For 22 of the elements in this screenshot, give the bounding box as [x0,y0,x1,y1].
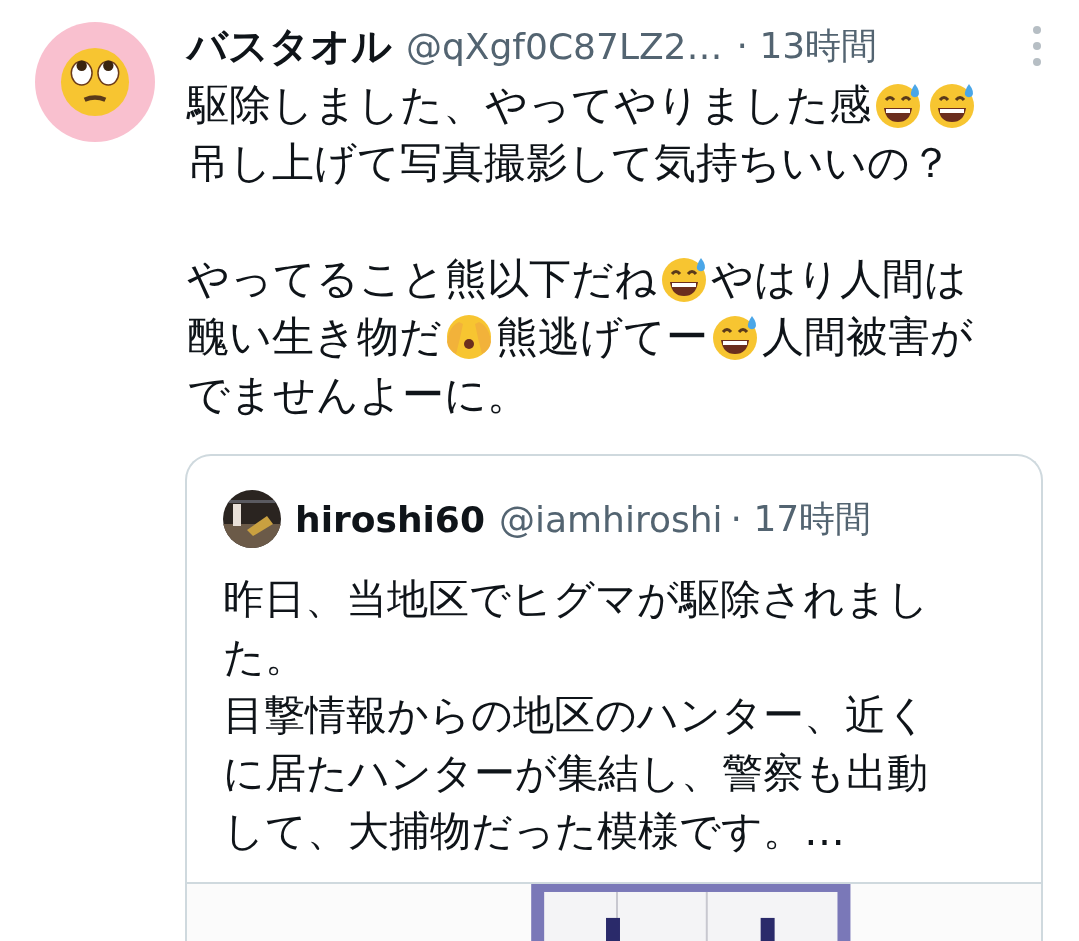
quoted-display-name[interactable]: hiroshi60 [295,498,485,540]
tweet-text: 人間被害が [762,311,973,363]
user-handle[interactable]: @qXgf0C87LZ2… [406,25,723,67]
tweet-text: 吊し上げて写真撮影して気持ちいいの？ [187,137,952,189]
quoted-text: 目撃情報からの地区のハンター、近く [223,690,929,741]
quoted-text: 昨日、当地区でヒグマが駆除されまし [223,574,930,625]
quoted-text: に居たハンターが集結し、警察も出動 [223,748,929,799]
tweet-text: やってること熊以下だね [187,253,657,305]
tweet-text: やはり人間は [711,253,967,305]
display-name[interactable]: バスタオル [187,18,392,74]
post-time: · 13時間 [736,23,878,68]
rolling-eyes-face-icon [58,45,132,119]
tweet-text: 熊逃げてー [496,311,708,363]
quoted-post-card[interactable]: hiroshi60 @iamhiroshi · 17時間 昨日、当地区でヒグマが駆除されまし た。 目撃情報からの地区のハンター、近く に居たハンターが集結し、警察も出動 して、大捕物だった模様です。… [185,454,1043,941]
quoted-text: して、大捕物だった模様です。… [223,806,846,857]
face-with-hands-icon [444,312,494,362]
tweet-text: 駆除しました、やってやりました感 [187,79,871,131]
tweet-text: 醜い生き物だ [187,311,442,363]
quoted-post-time: · 17時間 [730,496,872,541]
tweet-text: でませんよーに。 [187,369,529,421]
quoted-text: た。 [223,632,307,683]
quoted-user-handle[interactable]: @iamhiroshi [498,498,723,540]
